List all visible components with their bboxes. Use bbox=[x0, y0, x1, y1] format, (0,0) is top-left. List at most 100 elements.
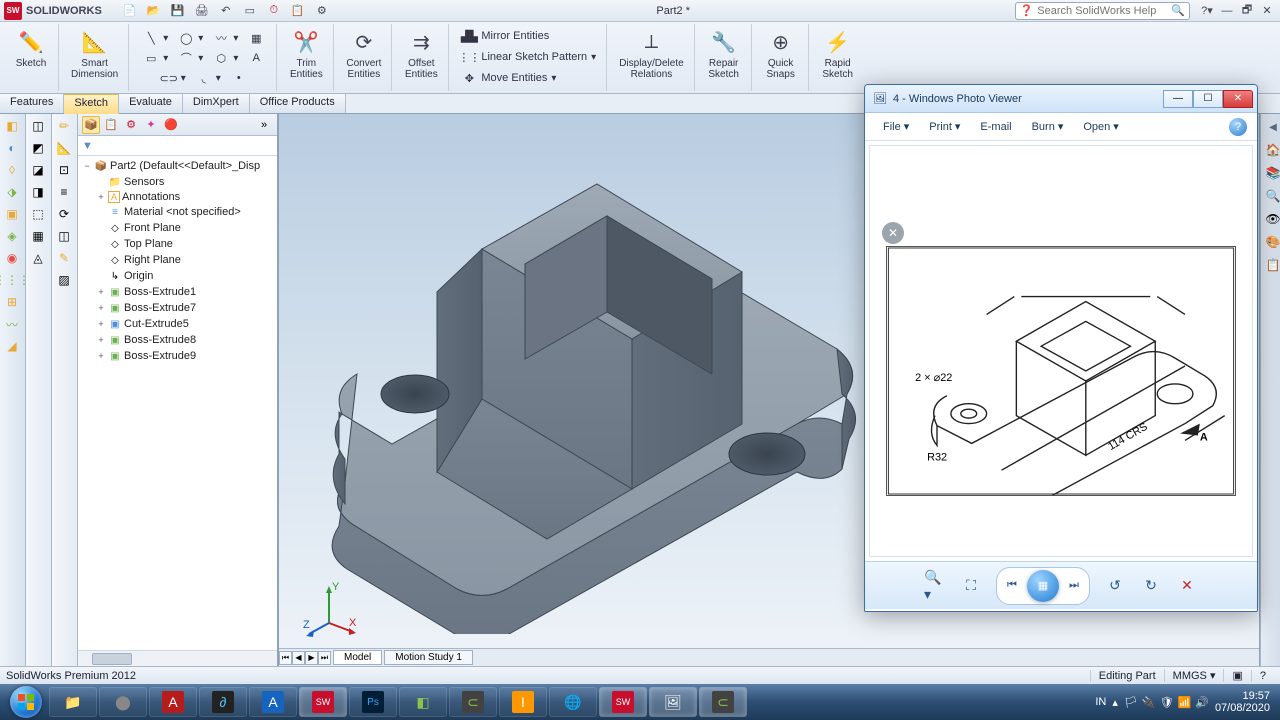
lt3-icon-7[interactable]: ✎ bbox=[54, 248, 74, 268]
line-tool[interactable]: ╲▾ bbox=[139, 28, 172, 48]
tab-nav-last[interactable]: ⏭ bbox=[318, 651, 331, 665]
tab-sketch[interactable]: Sketch bbox=[64, 94, 119, 114]
taskbar-photoshop[interactable]: Ps bbox=[349, 687, 397, 717]
expander-icon[interactable]: + bbox=[96, 303, 106, 313]
expander-icon[interactable]: − bbox=[82, 161, 92, 171]
lt2-icon-3[interactable]: ◪ bbox=[28, 160, 48, 180]
scrollbar-thumb[interactable] bbox=[92, 653, 132, 665]
feature-icon-11[interactable]: ◢ bbox=[2, 336, 22, 356]
lt3-icon-2[interactable]: 📐 bbox=[54, 138, 74, 158]
tree-item-right-plane[interactable]: ◇ Right Plane bbox=[78, 252, 277, 268]
help-search-input[interactable] bbox=[1037, 5, 1167, 17]
rapid-sketch-button[interactable]: ⚡ Rapid Sketch bbox=[817, 26, 859, 82]
config-tab[interactable]: ⚙ bbox=[122, 116, 140, 134]
select-button[interactable]: ▭ bbox=[240, 2, 260, 20]
trim-entities-button[interactable]: ✂️ Trim Entities bbox=[285, 26, 327, 82]
feature-icon-5[interactable]: ▣ bbox=[2, 204, 22, 224]
taskbar-camtasia[interactable]: ⊂ bbox=[449, 687, 497, 717]
show-hidden-icons[interactable]: ▴ bbox=[1112, 696, 1118, 709]
taskbar-explorer[interactable]: 📁 bbox=[49, 687, 97, 717]
smart-dimension-button[interactable]: 📐 Smart Dimension bbox=[67, 26, 122, 82]
taskbar-app-2[interactable]: ⬤ bbox=[99, 687, 147, 717]
status-help-icon[interactable]: ? bbox=[1251, 670, 1274, 682]
pv-zoom-button[interactable]: 🔍▾ bbox=[924, 575, 946, 597]
arc-tool[interactable]: ⌒▾ bbox=[174, 48, 207, 68]
tab-nav-first[interactable]: ⏮ bbox=[279, 651, 292, 665]
new-file-button[interactable]: 📄 bbox=[120, 2, 140, 20]
feature-pattern-icon[interactable]: ⋮⋮⋮ bbox=[2, 270, 22, 290]
rectangle-tool[interactable]: ▭▾ bbox=[139, 48, 172, 68]
open-file-button[interactable]: 📂 bbox=[144, 2, 164, 20]
quick-snaps-button[interactable]: ⊕ Quick Snaps bbox=[760, 26, 802, 82]
print-button[interactable]: 🖨 bbox=[192, 2, 212, 20]
tree-item-boss-extrude7[interactable]: + ▣ Boss-Extrude7 bbox=[78, 300, 277, 316]
pv-menu-print[interactable]: Print ▾ bbox=[921, 117, 968, 136]
pv-rotate-ccw-button[interactable]: ↺ bbox=[1104, 575, 1126, 597]
tree-item-boss-extrude9[interactable]: + ▣ Boss-Extrude9 bbox=[78, 348, 277, 364]
help-dropdown-button[interactable]: ?▾ bbox=[1198, 3, 1216, 19]
shield-icon[interactable]: 🛡 bbox=[1160, 696, 1174, 709]
tab-office-products[interactable]: Office Products bbox=[250, 94, 346, 113]
tab-nav-next[interactable]: ▶ bbox=[305, 651, 318, 665]
network-icon[interactable]: 📶 bbox=[1178, 696, 1192, 709]
pv-slideshow-button[interactable]: ▦ bbox=[1027, 570, 1059, 602]
sketch-button[interactable]: ✏️ Sketch bbox=[10, 26, 52, 71]
expander-icon[interactable]: + bbox=[96, 319, 106, 329]
undo-button[interactable]: ↶ bbox=[216, 2, 236, 20]
expander-icon[interactable]: + bbox=[96, 335, 106, 345]
photo-viewer-window[interactable]: 🖼 4 - Windows Photo Viewer — ☐ ✕ File ▾ … bbox=[864, 84, 1258, 612]
lt2-icon-4[interactable]: ◨ bbox=[28, 182, 48, 202]
tree-expand-button[interactable]: » bbox=[255, 116, 273, 134]
tab-features[interactable]: Features bbox=[0, 94, 64, 113]
flag-icon[interactable]: 🏳 bbox=[1124, 696, 1138, 709]
tab-dimxpert[interactable]: DimXpert bbox=[183, 94, 250, 113]
display-delete-relations-button[interactable]: ⟂ Display/Delete Relations bbox=[615, 26, 687, 82]
lt2-icon-6[interactable]: ▦ bbox=[28, 226, 48, 246]
pv-next-button[interactable]: ⏭ bbox=[1061, 575, 1087, 597]
text-tool[interactable]: A bbox=[244, 48, 268, 68]
settings-button[interactable]: ⚙ bbox=[312, 2, 332, 20]
pv-delete-button[interactable]: ✕ bbox=[1176, 575, 1198, 597]
tab-nav-prev[interactable]: ◀ bbox=[292, 651, 305, 665]
feature-icon-7[interactable]: ◉ bbox=[2, 248, 22, 268]
taskbar-chrome[interactable]: 🌐 bbox=[549, 687, 597, 717]
lt2-icon-5[interactable]: ⬚ bbox=[28, 204, 48, 224]
tree-item-annotations[interactable]: + A Annotations bbox=[78, 190, 277, 204]
pv-help-button[interactable]: ? bbox=[1229, 118, 1247, 136]
lt3-icon-3[interactable]: ⊡ bbox=[54, 160, 74, 180]
expander-icon[interactable]: + bbox=[96, 192, 106, 202]
tab-evaluate[interactable]: Evaluate bbox=[119, 94, 183, 113]
lt3-icon-6[interactable]: ◫ bbox=[54, 226, 74, 246]
taskbar-app-8[interactable]: ◧ bbox=[399, 687, 447, 717]
pv-titlebar[interactable]: 🖼 4 - Windows Photo Viewer — ☐ ✕ bbox=[865, 85, 1257, 113]
task-pane-icon-1[interactable]: ◀ bbox=[1263, 117, 1280, 137]
taskbar-camtasia-2[interactable]: ⊂ bbox=[699, 687, 747, 717]
pv-menu-file[interactable]: File ▾ bbox=[875, 117, 917, 136]
pv-menu-email[interactable]: E-mail bbox=[972, 118, 1019, 136]
feature-icon-6[interactable]: ◈ bbox=[2, 226, 22, 246]
taskbar-photo-viewer[interactable]: 🖼 bbox=[649, 687, 697, 717]
pv-close-overlay-icon[interactable]: ✕ bbox=[882, 222, 904, 244]
lt3-icon-8[interactable]: ▨ bbox=[54, 270, 74, 290]
circle-tool[interactable]: ◯▾ bbox=[174, 28, 207, 48]
taskbar-ds[interactable]: ∂ bbox=[199, 687, 247, 717]
revolve-icon[interactable]: ◐ bbox=[2, 138, 22, 158]
property-tab[interactable]: 📋 bbox=[102, 116, 120, 134]
taskbar-clock[interactable]: 19:57 07/08/2020 bbox=[1215, 690, 1270, 714]
close-button[interactable]: ✕ bbox=[1258, 3, 1276, 19]
tree-item-boss-extrude8[interactable]: + ▣ Boss-Extrude8 bbox=[78, 332, 277, 348]
task-pane-icon-3[interactable]: 📚 bbox=[1263, 163, 1280, 183]
pv-maximize-button[interactable]: ☐ bbox=[1193, 90, 1223, 108]
orientation-triad[interactable]: Y X Z bbox=[299, 578, 359, 638]
fillet-tool[interactable]: ◟▾ bbox=[192, 68, 225, 88]
spline-tool[interactable]: 〰▾ bbox=[209, 28, 242, 48]
lt3-icon-5[interactable]: ⟳ bbox=[54, 204, 74, 224]
tree-item-boss-extrude1[interactable]: + ▣ Boss-Extrude1 bbox=[78, 284, 277, 300]
model-view[interactable] bbox=[297, 114, 867, 634]
lt2-icon-1[interactable]: ◫ bbox=[28, 116, 48, 136]
lt3-icon-1[interactable]: ✏ bbox=[54, 116, 74, 136]
tree-item-part-root[interactable]: − 📦 Part2 (Default<<Default>_Disp bbox=[78, 158, 277, 174]
feature-tree[interactable]: − 📦 Part2 (Default<<Default>_Disp 📁 Sens… bbox=[78, 156, 277, 650]
pv-menu-burn[interactable]: Burn ▾ bbox=[1024, 117, 1072, 136]
point-tool[interactable]: • bbox=[227, 68, 251, 88]
